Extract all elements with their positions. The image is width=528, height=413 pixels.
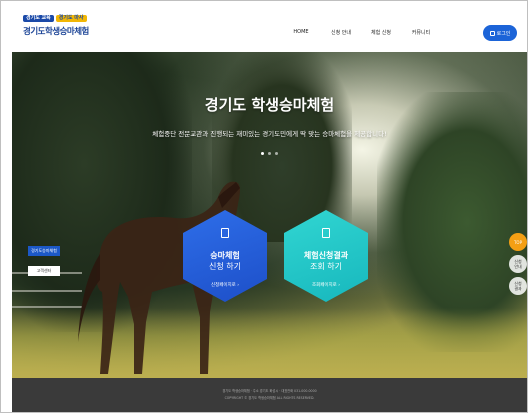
result-card-subtitle: 조회 하기 <box>310 262 342 271</box>
footer-copyright: COPYRIGHT © 경기도 학생승마체험 ALL RIGHTS RESERV… <box>224 396 315 400</box>
lock-icon <box>489 30 495 36</box>
apply-card-subtitle: 신청 하기 <box>209 262 241 271</box>
hero-subtitle: 체험중단 전문교관과 진행되는 재미있는 경기도민에게 딱 맞는 승마체험을 제… <box>152 130 387 138</box>
nav-home[interactable]: HOME <box>281 29 321 36</box>
site-header: 경기도 교육 경기도 마사 경기도학생승마체험 HOME 신청 안내 체험 신청… <box>1 1 527 51</box>
logo-badge-education: 경기도 교육 <box>23 15 54 22</box>
nav-community[interactable]: 커뮤니티 <box>401 29 441 36</box>
slide-indicators <box>12 152 527 155</box>
clipboard-icon <box>322 228 330 238</box>
site-footer: 경기도 학생승마체험 · 주소 경기도 화성시 · 대표전화 031-000-0… <box>12 378 527 412</box>
slide-dot-2[interactable] <box>268 152 271 155</box>
side-item-horse-experience[interactable]: 경기도승마체험 <box>28 246 60 256</box>
result-card-link[interactable]: 조회페이지로 › <box>284 282 368 288</box>
hero-title: 경기도 학생승마체험 <box>204 96 335 114</box>
footer-info: 경기도 학생승마체험 · 주소 경기도 화성시 · 대표전화 031-000-0… <box>222 389 317 393</box>
slide-dot-1[interactable] <box>261 152 264 155</box>
side-item-customer-center[interactable]: 고객센터 <box>28 266 60 276</box>
slide-dot-3[interactable] <box>275 152 278 155</box>
site-logo[interactable]: 경기도 교육 경기도 마사 경기도학생승마체험 <box>23 15 93 43</box>
nav-experience-apply[interactable]: 체험 신청 <box>361 29 401 36</box>
document-icon <box>221 228 229 238</box>
quick-top-button[interactable]: TOP <box>509 233 527 251</box>
logo-badge-horse: 경기도 마사 <box>55 15 87 22</box>
main-nav: HOME 신청 안내 체험 신청 커뮤니티 <box>281 29 441 36</box>
quick-result-button[interactable]: 신청 결과 <box>509 277 527 295</box>
result-card-title: 체험신청결과 <box>303 251 349 260</box>
login-button[interactable]: 로그인 <box>483 25 517 41</box>
nav-application-guide[interactable]: 신청 안내 <box>321 29 361 36</box>
logo-badges: 경기도 교육 경기도 마사 <box>23 15 93 22</box>
login-label: 로그인 <box>496 30 511 37</box>
apply-card-title: 승마체험 <box>210 251 240 260</box>
logo-title: 경기도학생승마체험 <box>23 27 89 37</box>
quick-guide-button[interactable]: 신청 안내 <box>509 255 527 273</box>
side-menu: 경기도승마체험 고객센터 <box>28 246 60 276</box>
quick-menu: TOP 신청 안내 신청 결과 <box>509 233 527 295</box>
hero-banner: 경기도 학생승마체험 체험중단 전문교관과 진행되는 재미있는 경기도민에게 딱… <box>12 52 527 378</box>
